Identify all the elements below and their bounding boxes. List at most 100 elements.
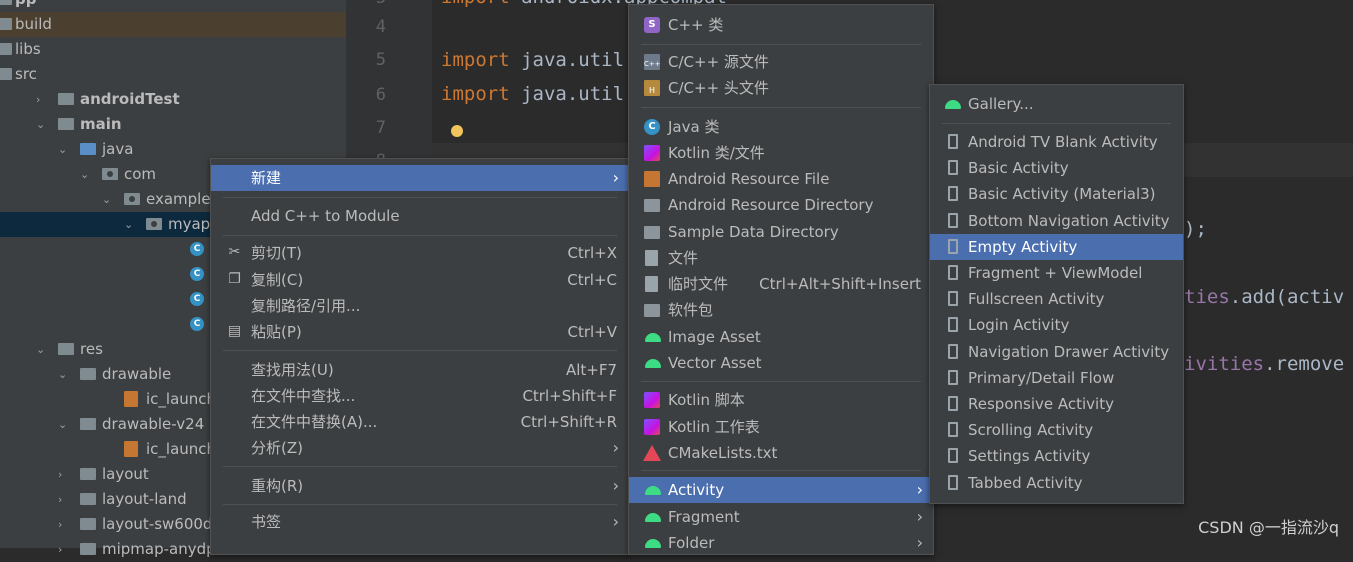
activity-item[interactable]: Empty Activity — [930, 233, 1183, 260]
chevron-down-icon[interactable]: ⌄ — [36, 112, 45, 137]
folder-icon — [644, 199, 660, 212]
code-fragment: ivities.remove — [1184, 353, 1345, 375]
menu-item-find-usages[interactable]: 查找用法(U) Alt+F7 — [211, 357, 629, 383]
activity-item[interactable]: Responsive Activity — [930, 391, 1183, 417]
new-item-kotlin-worksheet[interactable]: Kotlin 工作表 — [629, 414, 933, 440]
chevron-down-icon[interactable]: ⌄ — [58, 137, 67, 162]
activity-item-label: Bottom Navigation Activity — [968, 211, 1170, 230]
activity-item[interactable]: Fullscreen Activity — [930, 286, 1183, 312]
activity-item[interactable]: Android TV Blank Activity — [930, 129, 1183, 155]
activity-item[interactable]: Scrolling Activity — [930, 417, 1183, 443]
tree-item-label: androidTest — [80, 90, 180, 108]
menu-item-refactor[interactable]: 重构(R) › — [211, 473, 629, 499]
new-item-kotlin-class[interactable]: Kotlin 类/文件 — [629, 140, 933, 166]
chevron-right-icon[interactable]: › — [58, 512, 62, 537]
java-class-icon: C — [644, 119, 660, 135]
chevron-down-icon[interactable]: ⌄ — [102, 187, 111, 212]
new-item-folder[interactable]: Folder › — [629, 530, 933, 556]
activity-item[interactable]: Primary/Detail Flow — [930, 365, 1183, 391]
tree-item[interactable]: pp — [0, 0, 346, 12]
chevron-down-icon[interactable]: ⌄ — [58, 412, 67, 437]
tree-item[interactable]: src — [0, 62, 346, 87]
new-item-file[interactable]: 文件 — [629, 245, 933, 271]
new-item-android-resource-directory[interactable]: Android Resource Directory — [629, 192, 933, 218]
tree-item[interactable]: ⌄ main — [0, 112, 346, 137]
new-item-android-resource-file[interactable]: Android Resource File — [629, 166, 933, 192]
template-page-icon — [948, 160, 958, 176]
activity-item[interactable]: Bottom Navigation Activity — [930, 208, 1183, 234]
new-item-image-asset[interactable]: Image Asset — [629, 324, 933, 350]
chevron-down-icon[interactable]: ⌄ — [36, 337, 45, 362]
chevron-right-icon[interactable]: › — [58, 537, 62, 562]
tree-item[interactable]: libs — [0, 37, 346, 62]
new-item-kotlin-script[interactable]: Kotlin 脚本 — [629, 387, 933, 413]
chevron-down-icon[interactable]: ⌄ — [58, 362, 67, 387]
code-line-6[interactable]: import java.util — [441, 83, 624, 105]
kotlin-class-icon — [644, 145, 660, 161]
folder-icon — [58, 118, 74, 130]
menu-item-copy-path[interactable]: 复制路径/引用... — [211, 293, 629, 319]
new-item-package[interactable]: 软件包 — [629, 297, 933, 323]
tree-item[interactable]: › androidTest — [0, 87, 346, 112]
activity-item[interactable]: Login Activity — [930, 312, 1183, 338]
activity-item[interactable]: Settings Activity — [930, 443, 1183, 469]
xml-file-icon — [124, 441, 138, 457]
menu-item-find-in-files[interactable]: 在文件中查找... Ctrl+Shift+F — [211, 383, 629, 409]
activity-item[interactable]: Tabbed Activity — [930, 470, 1183, 496]
new-item-java-class[interactable]: C Java 类 — [629, 114, 933, 140]
activity-item-gallery[interactable]: Gallery... — [930, 91, 1183, 117]
chevron-down-icon[interactable]: ⌄ — [80, 162, 89, 187]
new-item-cmakelists[interactable]: CMakeLists.txt — [629, 440, 933, 466]
new-item-cpp-class[interactable]: S C++ 类 — [629, 12, 933, 38]
activity-item-label: Responsive Activity — [968, 395, 1114, 413]
tree-item-label: layout — [102, 465, 149, 483]
tree-item-label: res — [80, 340, 103, 358]
scratch-file-icon — [645, 276, 658, 292]
new-item-fragment[interactable]: Fragment › — [629, 504, 933, 530]
activity-item[interactable]: Navigation Drawer Activity — [930, 339, 1183, 365]
android-icon — [645, 539, 661, 548]
menu-item-new[interactable]: 新建 › — [211, 165, 629, 191]
line-number: 5 — [375, 50, 386, 70]
android-icon — [645, 333, 661, 342]
new-item-scratch-file[interactable]: 临时文件 Ctrl+Alt+Shift+Insert — [629, 271, 933, 297]
new-item-vector-asset[interactable]: Vector Asset — [629, 350, 933, 376]
new-item-sample-data-directory[interactable]: Sample Data Directory — [629, 219, 933, 245]
template-page-icon — [948, 474, 958, 490]
menu-item-bookmarks[interactable]: 书签 › — [211, 509, 629, 535]
copy-icon: ❐ — [228, 271, 241, 287]
lightbulb-icon[interactable] — [451, 125, 463, 137]
tree-item-label: src — [15, 65, 37, 83]
activity-item-label: Basic Activity — [968, 159, 1069, 178]
folder-icon — [80, 493, 96, 505]
chevron-down-icon[interactable]: ⌄ — [124, 212, 133, 237]
menu-separator — [223, 350, 617, 351]
activity-item-label: Fullscreen Activity — [968, 290, 1105, 309]
tree-item[interactable]: build — [0, 12, 346, 37]
menu-separator — [942, 123, 1171, 124]
new-item-activity[interactable]: Activity › — [629, 477, 933, 503]
paste-icon: ▤ — [227, 323, 242, 339]
folder-icon — [0, 0, 12, 5]
chevron-right-icon[interactable]: › — [58, 462, 62, 487]
menu-item-analyze[interactable]: 分析(Z) › — [211, 435, 629, 461]
code-line-5[interactable]: import java.util — [441, 49, 624, 71]
menu-separator — [641, 107, 921, 108]
new-item-cpp-header[interactable]: H C/C++ 头文件 — [629, 75, 933, 101]
chevron-right-icon[interactable]: › — [58, 487, 62, 512]
tree-item-label: example — [146, 190, 211, 208]
activity-item[interactable]: Basic Activity (Material3) — [930, 181, 1183, 207]
folder-icon — [0, 68, 12, 80]
scissors-icon: ✂ — [228, 244, 241, 260]
folder-icon — [80, 468, 96, 480]
activity-item[interactable]: Fragment + ViewModel — [930, 260, 1183, 286]
menu-item-copy[interactable]: ❐ 复制(C) Ctrl+C — [211, 267, 629, 293]
new-item-cpp-source[interactable]: C++ C/C++ 源文件 — [629, 49, 933, 75]
chevron-right-icon[interactable]: › — [36, 87, 40, 112]
menu-item-replace-in-files[interactable]: 在文件中替换(A)... Ctrl+Shift+R — [211, 409, 629, 435]
menu-item-paste[interactable]: ▤ 粘贴(P) Ctrl+V — [211, 319, 629, 345]
activity-item-label: Android TV Blank Activity — [968, 133, 1158, 151]
activity-item[interactable]: Basic Activity — [930, 155, 1183, 181]
menu-item-add-cpp[interactable]: Add C++ to Module — [211, 203, 629, 229]
menu-item-cut[interactable]: ✂ 剪切(T) Ctrl+X — [211, 240, 629, 266]
